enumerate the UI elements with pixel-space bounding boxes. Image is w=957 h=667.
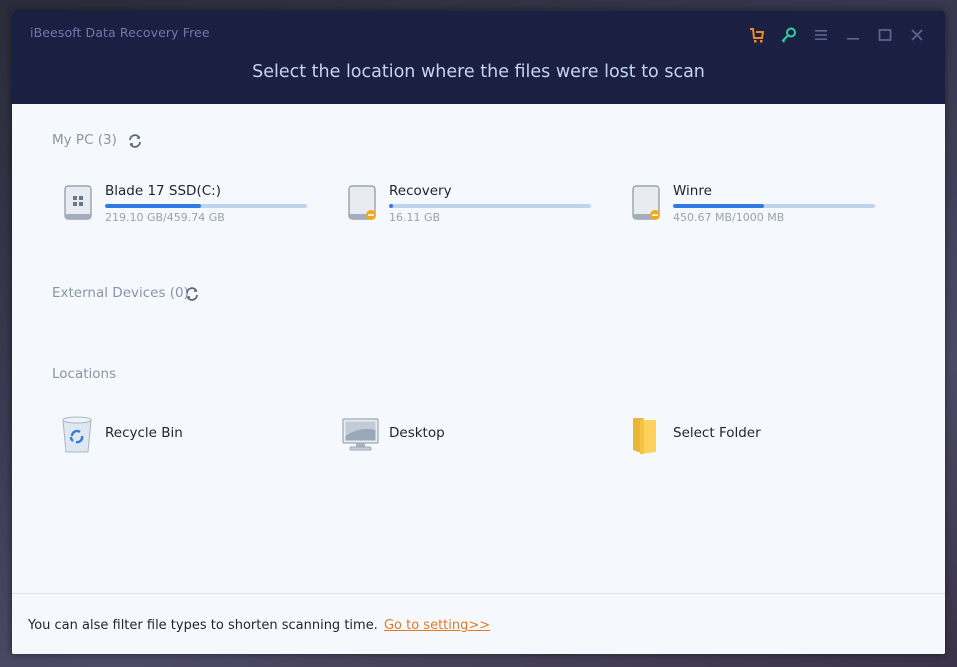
drive-name: Blade 17 SSD(C:): [105, 183, 221, 199]
buy-button[interactable]: [745, 23, 769, 47]
register-button[interactable]: [777, 23, 801, 47]
location-desktop[interactable]: Desktop: [342, 414, 462, 454]
maximize-icon: [878, 29, 892, 41]
app-window: iBeesoft Data Recovery Free Select the l…: [12, 11, 945, 654]
drive-usage-bar: [389, 204, 591, 208]
external-devices-label: External Devices (0): [52, 285, 189, 301]
menu-button[interactable]: [809, 23, 833, 47]
menu-icon: [815, 30, 827, 40]
recycle-bin-icon: [62, 416, 92, 453]
app-title: iBeesoft Data Recovery Free: [30, 25, 210, 40]
drive-item-recovery[interactable]: Recovery 16.11 GB: [346, 183, 606, 231]
drive-usage-bar: [105, 204, 307, 208]
drive-item-c[interactable]: Blade 17 SSD(C:) 219.10 GB/459.74 GB: [62, 183, 322, 231]
maximize-button[interactable]: [873, 23, 897, 47]
drive-usage-fill: [105, 204, 202, 208]
minimize-button[interactable]: [841, 23, 865, 47]
go-to-setting-link[interactable]: Go to setting>>: [384, 618, 490, 633]
cart-icon: [750, 28, 765, 43]
folder-icon: [633, 418, 656, 454]
partition-drive-icon: [348, 185, 376, 220]
refresh-my-pc-button[interactable]: [127, 133, 143, 149]
drive-usage-fill: [673, 204, 765, 208]
refresh-icon: [186, 287, 198, 301]
drive-name: Recovery: [389, 183, 452, 199]
desktop-icon: [342, 418, 379, 451]
location-label: Recycle Bin: [105, 425, 183, 441]
close-icon: [911, 29, 923, 41]
minimize-icon: [847, 38, 859, 40]
footer-bar: You can alse filter file types to shorte…: [12, 593, 945, 654]
drive-size: 219.10 GB/459.74 GB: [105, 211, 225, 224]
close-button[interactable]: [905, 23, 929, 47]
refresh-external-button[interactable]: [184, 286, 200, 302]
refresh-icon: [129, 134, 141, 148]
drive-usage-fill: [389, 204, 394, 208]
title-bar: iBeesoft Data Recovery Free Select the l…: [12, 11, 945, 104]
drive-usage-bar: [673, 204, 875, 208]
location-label: Desktop: [389, 425, 445, 441]
drive-name: Winre: [673, 183, 712, 199]
footer-hint: You can alse filter file types to shorte…: [28, 618, 490, 633]
location-label: Select Folder: [673, 425, 761, 441]
locations-label: Locations: [52, 366, 117, 382]
key-icon: [781, 27, 796, 43]
drive-size: 16.11 GB: [389, 211, 441, 224]
drive-size: 450.67 MB/1000 MB: [673, 211, 785, 224]
location-recycle-bin[interactable]: Recycle Bin: [58, 414, 198, 454]
drive-item-winre[interactable]: Winre 450.67 MB/1000 MB: [630, 183, 890, 231]
page-headline: Select the location where the files were…: [252, 62, 705, 82]
location-select-folder[interactable]: Select Folder: [630, 414, 780, 454]
hard-drive-icon: [64, 185, 92, 220]
partition-drive-icon: [632, 185, 660, 220]
my-pc-label: My PC (3): [52, 132, 117, 148]
footer-hint-text: You can alse filter file types to shorte…: [28, 618, 378, 633]
